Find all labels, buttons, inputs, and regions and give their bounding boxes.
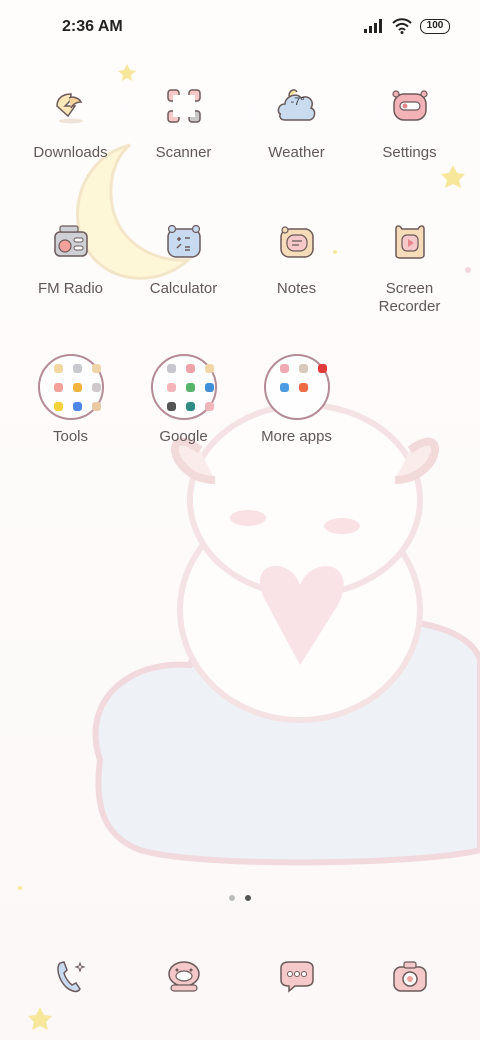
status-icons: 100 [364, 18, 450, 34]
folder-mini-app-icon [91, 383, 101, 392]
contacts-icon [167, 961, 200, 992]
folder-mini-app-icon [204, 383, 214, 392]
folder-more-apps[interactable]: More apps [240, 354, 353, 486]
app-label: Weather [268, 144, 325, 161]
app-notes[interactable]: Notes [240, 218, 353, 350]
dock-camera[interactable] [353, 950, 466, 1002]
camera-icon [392, 961, 427, 992]
folder-mini-app-icon [72, 402, 82, 411]
status-time: 2:36 AM [62, 18, 123, 35]
dock-contacts[interactable] [127, 950, 240, 1002]
radio-icon [53, 225, 88, 257]
folder-mini-app-icon [91, 402, 101, 411]
folder-label: Tools [52, 428, 89, 445]
folder-mini-app-icon [298, 364, 308, 373]
more-apps-folder-icon [263, 354, 330, 420]
settings-icon [391, 90, 428, 121]
folder-mini-app-icon [72, 364, 82, 373]
folder-mini-app-icon [185, 383, 195, 392]
app-label: Notes [276, 280, 317, 297]
folder-label: More apps [261, 428, 332, 445]
folder-mini-app-icon [166, 364, 176, 373]
folder-mini-app-icon [317, 364, 327, 373]
app-screen-recorder[interactable]: Screen Recorder [353, 218, 466, 350]
folder-mini-app-icon [166, 402, 176, 411]
status-bar: 2:36 AM 100 [0, 0, 480, 56]
battery-indicator: 100 [420, 18, 450, 34]
page-indicator [0, 895, 480, 901]
app-label: Screen Recorder [378, 280, 441, 315]
app-calculator[interactable]: Calculator [127, 218, 240, 350]
app-scanner[interactable]: Scanner [127, 82, 240, 214]
app-label: Calculator [149, 280, 218, 297]
dock-messages[interactable] [240, 950, 353, 1002]
folder-mini-app-icon [185, 402, 195, 411]
folder-mini-app-icon [279, 364, 289, 373]
app-grid: Downloads Scanner -7° Weather Settings F… [14, 82, 466, 486]
folder-mini-app-icon [204, 402, 214, 411]
app-label: FM Radio [37, 280, 104, 297]
app-label: Downloads [33, 144, 108, 161]
wifi-icon [392, 18, 412, 34]
folder-mini-app-icon [279, 383, 289, 392]
download-icon [55, 93, 83, 124]
folder-mini-app-icon [166, 383, 176, 392]
app-label: Settings [382, 144, 437, 161]
tools-folder-icon [37, 354, 104, 420]
notes-icon [279, 226, 314, 258]
folder-mini-app-icon [53, 383, 63, 392]
folder-label: Google [159, 428, 208, 445]
screen-recorder-icon [394, 225, 425, 259]
dock-phone[interactable] [14, 950, 127, 1002]
folder-mini-app-icon [185, 364, 195, 373]
scanner-icon [166, 89, 201, 123]
calculator-icon [166, 224, 201, 258]
app-fm-radio[interactable]: FM Radio [14, 218, 127, 350]
folder-mini-app-icon [53, 402, 63, 411]
messages-icon [279, 961, 314, 993]
folder-google[interactable]: Google [127, 354, 240, 486]
folder-mini-app-icon [91, 364, 101, 373]
signal-icon [364, 19, 382, 33]
folder-mini-app-icon [53, 364, 63, 373]
app-weather[interactable]: -7° Weather [240, 82, 353, 214]
weather-temperature: -7° [290, 96, 305, 108]
folder-mini-app-icon [72, 383, 82, 392]
google-folder-icon [150, 354, 217, 420]
app-settings[interactable]: Settings [353, 82, 466, 214]
app-downloads[interactable]: Downloads [14, 82, 127, 214]
dock [14, 950, 466, 1002]
app-label: Scanner [155, 144, 212, 161]
folder-mini-app-icon [298, 383, 308, 392]
page-dot[interactable] [229, 895, 235, 901]
page-dot-active[interactable] [245, 895, 251, 901]
phone-icon [56, 961, 86, 993]
folder-mini-app-icon [204, 364, 214, 373]
folder-tools[interactable]: Tools [14, 354, 127, 486]
